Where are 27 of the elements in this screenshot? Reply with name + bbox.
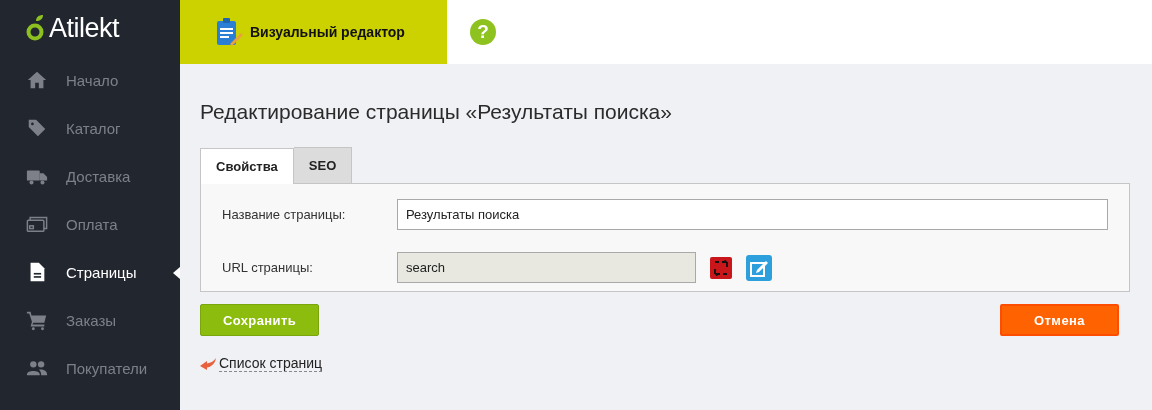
cart-icon	[26, 309, 48, 331]
pages-list-link[interactable]: Список страниц	[219, 355, 323, 372]
sidebar-item[interactable]: Заказы	[0, 296, 180, 344]
input-field[interactable]: Результаты поиска	[397, 199, 1108, 230]
sidebar-item[interactable]: Покупатели	[0, 344, 180, 392]
sidebar-item[interactable]: Доставка	[0, 152, 180, 200]
clipboard-icon	[214, 17, 244, 47]
cancel-button[interactable]: Отмена	[1000, 304, 1119, 336]
logo-text: Atilekt	[49, 12, 120, 44]
sidebar-item[interactable]: Каталог	[0, 104, 180, 152]
help-button[interactable]: ?	[470, 19, 496, 45]
field-label: URL страницы:	[222, 260, 314, 275]
visual-editor-tab[interactable]: Визуальный редактор	[180, 0, 447, 64]
tab[interactable]: Свойства	[200, 148, 294, 184]
save-button[interactable]: Сохранить	[200, 304, 319, 336]
field-label: Название страницы:	[222, 207, 347, 222]
page-title: Редактирование страницы «Результаты поиска»	[200, 100, 673, 124]
edit-icon[interactable]	[746, 254, 772, 281]
selection-pointer	[173, 267, 180, 279]
logo-icon	[26, 15, 46, 41]
sidebar-item[interactable]: Оплата	[0, 200, 180, 248]
home-icon	[26, 69, 48, 91]
sidebar-item[interactable]: Страницы	[0, 248, 180, 296]
sidebar-item[interactable]: Начало	[0, 56, 180, 104]
tag-icon	[26, 117, 48, 139]
tab[interactable]: SEO	[293, 147, 353, 183]
back-arrow-icon	[200, 357, 216, 370]
